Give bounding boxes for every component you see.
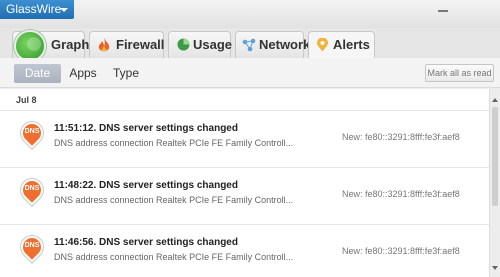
alerts-list: Jul 8 DNS 11:51:12. DNS server settings …	[0, 89, 489, 277]
alert-new-value: New: fe80::3291:8fff:fe3f:aef8	[342, 189, 460, 199]
tab-alerts[interactable]: Alerts	[308, 31, 375, 59]
scroll-down-icon[interactable]	[492, 266, 498, 270]
main-tabs: Graph Firewall Usage Network Alerts	[0, 28, 500, 62]
alert-new-value: New: fe80::3291:8fff:fe3f:aef8	[342, 132, 460, 142]
alert-item[interactable]: DNS 11:48:22. DNS server settings change…	[0, 169, 489, 225]
tab-label: Graph	[51, 37, 90, 52]
alert-title: 11:51:12. DNS server settings changed	[54, 123, 238, 134]
tab-usage[interactable]: Usage	[168, 31, 233, 58]
tab-network[interactable]: Network	[235, 31, 310, 58]
chevron-down-icon	[60, 8, 68, 12]
alert-item[interactable]: DNS 11:51:12. DNS server settings change…	[0, 112, 489, 168]
alert-detail: DNS address connection Realtek PCIe FE F…	[54, 138, 294, 148]
alert-new-value: New: fe80::3291:8fff:fe3f:aef8	[342, 246, 460, 256]
alert-title: 11:48:22. DNS server settings changed	[54, 180, 238, 191]
dns-badge-label: DNS	[24, 242, 40, 249]
tab-label: Network	[259, 37, 311, 52]
date-group-header: Jul 8	[0, 89, 489, 111]
scroll-up-icon[interactable]	[492, 98, 498, 102]
scrollbar-thumb[interactable]	[492, 107, 498, 206]
minimize-icon[interactable]	[438, 4, 448, 12]
usage-icon	[177, 38, 190, 51]
vertical-scrollbar[interactable]	[489, 89, 500, 277]
alerts-toolbar: Date Apps Type Mark all as read	[0, 58, 500, 88]
app-menu-button[interactable]: GlassWire	[0, 0, 74, 19]
network-icon	[242, 38, 256, 52]
filter-type[interactable]: Type	[105, 64, 147, 83]
dns-badge-label: DNS	[24, 128, 40, 135]
alert-detail: DNS address connection Realtek PCIe FE F…	[54, 252, 294, 262]
tab-firewall[interactable]: Firewall	[89, 31, 164, 58]
tab-label: Usage	[193, 37, 233, 52]
alert-item[interactable]: DNS 11:46:56. DNS server settings change…	[0, 226, 489, 277]
filter-date[interactable]: Date	[14, 64, 61, 83]
dns-badge-label: DNS	[24, 185, 40, 192]
mark-all-read-button[interactable]: Mark all as read	[425, 64, 494, 82]
alert-title: 11:46:56. DNS server settings changed	[54, 237, 238, 248]
alert-icon	[317, 38, 328, 52]
app-title: GlassWire	[6, 2, 62, 16]
tab-label: Alerts	[333, 37, 370, 52]
alert-detail: DNS address connection Realtek PCIe FE F…	[54, 195, 294, 205]
tab-label: Firewall	[116, 37, 165, 52]
fire-icon	[98, 38, 110, 52]
title-bar: GlassWire	[0, 0, 500, 28]
filter-apps[interactable]: Apps	[64, 64, 102, 83]
